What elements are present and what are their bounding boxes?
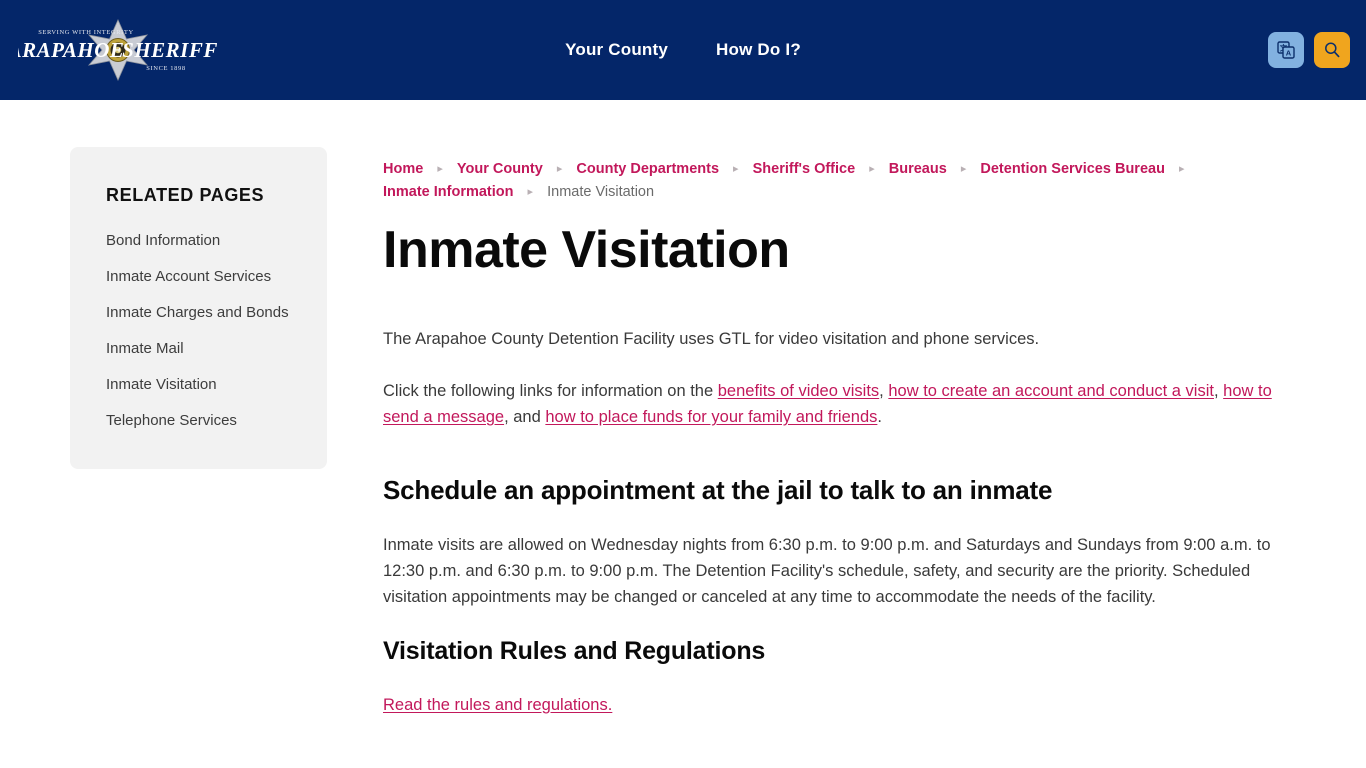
breadcrumb-inmate-information[interactable]: Inmate Information	[383, 184, 514, 200]
related-pages-sidebar: RELATED PAGES Bond Information Inmate Ac…	[70, 147, 327, 469]
search-icon	[1325, 42, 1340, 58]
link-place-funds[interactable]: how to place funds for your family and f…	[545, 408, 877, 426]
search-button[interactable]	[1314, 32, 1350, 68]
breadcrumb-home[interactable]: Home	[383, 161, 423, 177]
links-sep-2: ,	[1213, 382, 1224, 400]
links-paragraph: Click the following links for informatio…	[383, 378, 1283, 430]
sidebar-item-inmate-charges-and-bonds[interactable]: Inmate Charges and Bonds	[106, 304, 293, 321]
links-sep-3: , and	[504, 408, 546, 426]
svg-text:A: A	[1286, 49, 1292, 58]
breadcrumb-your-county[interactable]: Your County	[457, 161, 543, 177]
breadcrumb-separator: ▸	[527, 186, 534, 198]
nav-item-how-do-i[interactable]: How Do I?	[716, 36, 801, 64]
sidebar-item-inmate-account-services[interactable]: Inmate Account Services	[106, 268, 293, 285]
breadcrumb-separator: ▸	[1178, 163, 1185, 175]
nav-item-your-county[interactable]: Your County	[565, 36, 668, 64]
main-content: Home ▸ Your County ▸ County Departments …	[383, 100, 1288, 718]
breadcrumb-county-departments[interactable]: County Departments	[576, 161, 719, 177]
breadcrumb-bureaus[interactable]: Bureaus	[889, 161, 947, 177]
sidebar-heading: RELATED PAGES	[106, 185, 265, 205]
sidebar-item-telephone-services[interactable]: Telephone Services	[106, 412, 293, 429]
translate-icon: 文 A	[1277, 41, 1295, 59]
links-paragraph-tail: .	[877, 408, 882, 426]
breadcrumb-sheriffs-office[interactable]: Sheriff's Office	[753, 161, 856, 177]
heading-visitation-rules: Visitation Rules and Regulations	[383, 637, 766, 665]
links-sep-1: ,	[879, 382, 889, 400]
svg-text:SINCE 1898: SINCE 1898	[146, 65, 185, 72]
breadcrumb-separator: ▸	[960, 163, 967, 175]
header-actions: 文 A	[1268, 32, 1350, 68]
breadcrumb-separator: ▸	[733, 163, 739, 175]
breadcrumb-separator: ▸	[869, 163, 875, 175]
translate-button[interactable]: 文 A	[1268, 32, 1304, 68]
link-create-account-conduct-visit[interactable]: how to create an account and conduct a v…	[888, 382, 1214, 400]
breadcrumb: Home ▸ Your County ▸ County Departments …	[383, 158, 1288, 204]
page-title: Inmate Visitation	[383, 221, 790, 279]
sidebar-item-inmate-mail[interactable]: Inmate Mail	[106, 340, 293, 357]
link-benefits-of-video-visits[interactable]: benefits of video visits	[718, 382, 879, 400]
link-read-rules-and-regulations[interactable]: Read the rules and regulations.	[383, 696, 612, 714]
intro-paragraph: The Arapahoe County Detention Facility u…	[383, 330, 1040, 348]
breadcrumb-separator: ▸	[556, 163, 563, 175]
sidebar-item-inmate-visitation[interactable]: Inmate Visitation	[106, 376, 293, 393]
breadcrumb-current: Inmate Visitation	[547, 184, 655, 200]
svg-text:SERVING WITH INTEGRITY: SERVING WITH INTEGRITY	[38, 29, 134, 36]
links-paragraph-lead: Click the following links for informatio…	[383, 382, 718, 400]
breadcrumb-detention-services-bureau[interactable]: Detention Services Bureau	[980, 161, 1165, 177]
rules-link-paragraph: Read the rules and regulations.	[383, 692, 1288, 718]
visitation-hours-paragraph: Inmate visits are allowed on Wednesday n…	[383, 536, 1271, 606]
site-header: ARAPAHOE SHERIFF SERVING WITH INTEGRITY …	[0, 0, 1366, 100]
breadcrumb-separator: ▸	[437, 163, 443, 175]
page-body: RELATED PAGES Bond Information Inmate Ac…	[0, 100, 1366, 768]
sidebar-item-bond-information[interactable]: Bond Information	[106, 232, 293, 249]
heading-schedule-appointment: Schedule an appointment at the jail to t…	[383, 475, 1053, 505]
main-navigation: Your County How Do I?	[0, 36, 1366, 64]
